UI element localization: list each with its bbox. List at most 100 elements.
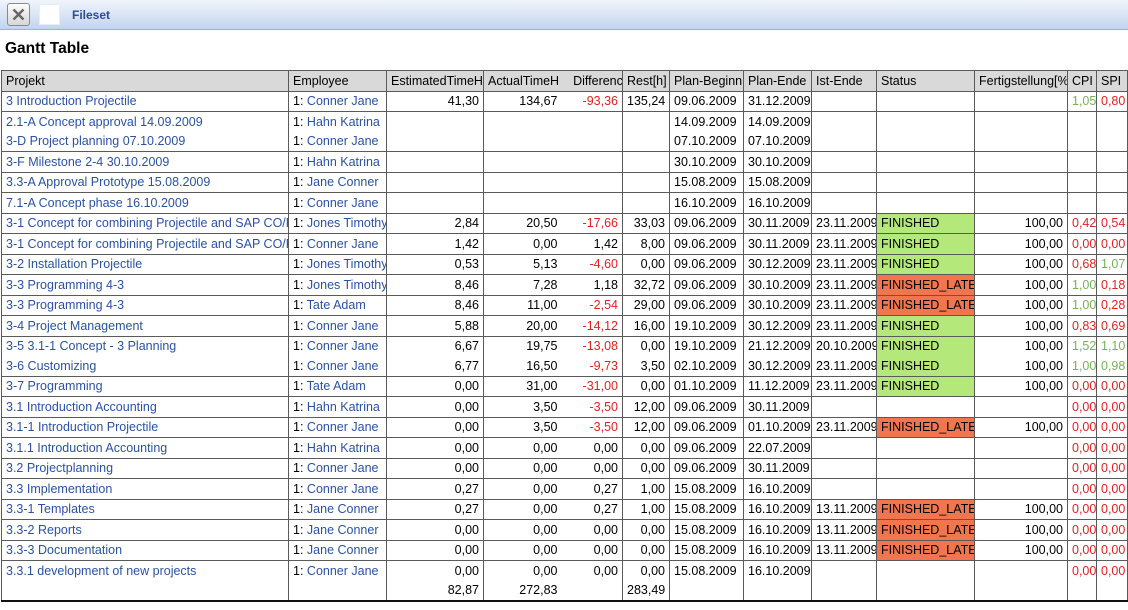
project-cell: 3.3 Implementation	[2, 479, 289, 500]
spi-cell: 0,00	[1097, 479, 1128, 500]
fertigstellung-cell: 100,00	[975, 520, 1068, 541]
project-link[interactable]: 3-3 Programming 4-3	[6, 298, 124, 312]
employee-link[interactable]: Conner Jane	[303, 319, 378, 333]
column-header-plan-ende[interactable]: Plan-Ende	[744, 71, 812, 92]
employee-link[interactable]: Jane Conner	[303, 543, 378, 557]
rest-hours-cell: 29,00	[623, 295, 670, 316]
employee-link[interactable]: Conner Jane	[303, 196, 378, 210]
employee-link[interactable]: Conner Jane	[303, 237, 378, 251]
employee-link[interactable]: Hahn Katrina	[303, 155, 379, 169]
employee-link[interactable]: Jane Conner	[303, 175, 378, 189]
project-link[interactable]: 3.2 Projectplanning	[6, 461, 113, 475]
employee-link[interactable]: Conner Jane	[303, 134, 378, 148]
project-cell: 3.1.1 Introduction Accounting	[2, 438, 289, 459]
plan-beginn-cell: 15.08.2009	[670, 172, 744, 193]
employee-link[interactable]: Jane Conner	[303, 523, 378, 537]
project-link[interactable]: 3.3-A Approval Prototype 15.08.2009	[6, 175, 210, 189]
employee-link[interactable]: Conner Jane	[303, 482, 378, 496]
project-link[interactable]: 3-2 Installation Projectile	[6, 257, 142, 271]
employee-link[interactable]: Conner Jane	[303, 420, 378, 434]
column-header-rest[interactable]: Rest[h]	[623, 71, 670, 92]
employee-link[interactable]: Conner Jane	[303, 339, 378, 353]
status-badge: FINISHED	[877, 336, 975, 356]
employee-link[interactable]: Tate Adam	[303, 379, 365, 393]
plan-ende-cell: 14.09.2009	[744, 112, 812, 132]
cpi-cell: 0,00	[1068, 438, 1097, 459]
actual-time-cell: 0,00	[484, 561, 562, 581]
spi-cell: 0,00	[1097, 417, 1128, 438]
employee-link[interactable]: Conner Jane	[303, 564, 378, 578]
rest-hours-cell: 0,00	[623, 336, 670, 356]
employee-link[interactable]: Conner Jane	[303, 359, 378, 373]
column-header-actualtimeh: ActualTimeH	[488, 74, 559, 88]
employee-link[interactable]: Conner Jane	[303, 94, 378, 108]
employee-link[interactable]: Jones Timothy	[303, 278, 386, 292]
project-link[interactable]: 3-F Milestone 2-4 30.10.2009	[6, 155, 169, 169]
actual-time-cell: 0,00	[484, 499, 562, 520]
table-row: 3.3.1 development of new projects1: Conn…	[2, 561, 1128, 581]
employee-link[interactable]: Tate Adam	[303, 298, 365, 312]
project-link[interactable]: 3-1 Concept for combining Projectile and…	[6, 216, 289, 230]
project-link[interactable]: 3.1-1 Introduction Projectile	[6, 420, 158, 434]
status-badge: FINISHED_LATE	[877, 540, 975, 561]
project-link[interactable]: 3.3-3 Documentation	[6, 543, 122, 557]
rest-hours-cell: 12,00	[623, 417, 670, 438]
fileset-label[interactable]: Fileset	[72, 8, 110, 22]
project-link[interactable]: 3-4 Project Management	[6, 319, 143, 333]
project-cell: 3-4 Project Management	[2, 316, 289, 337]
fertigstellung-cell	[975, 479, 1068, 500]
actual-time-cell	[484, 112, 562, 132]
project-link[interactable]: 2.1-A Concept approval 14.09.2009	[6, 115, 203, 129]
employee-link[interactable]: Hahn Katrina	[303, 400, 379, 414]
column-header-estimated[interactable]: EstimatedTimeH	[387, 71, 484, 92]
column-header-fertigstellung[interactable]: Fertigstellung[%]	[975, 71, 1068, 92]
actual-time-cell: 31,00	[484, 376, 562, 397]
employee-cell: 1: Hahn Katrina	[289, 112, 387, 132]
project-link[interactable]: 3.3-2 Reports	[6, 523, 82, 537]
column-header-actualtime-difference[interactable]: ActualTimeHDifferenceH	[484, 71, 623, 92]
difference-cell: -31,00	[562, 376, 623, 397]
employee-prefix: 1:	[293, 441, 303, 455]
estimated-time-cell	[387, 193, 484, 214]
project-link[interactable]: 3-6 Customizing	[6, 359, 96, 373]
employee-prefix: 1:	[293, 482, 303, 496]
project-link[interactable]: 3.3-1 Templates	[6, 502, 95, 516]
employee-link[interactable]: Conner Jane	[303, 461, 378, 475]
employee-link[interactable]: Jane Conner	[303, 502, 378, 516]
employee-cell: 1: Conner Jane	[289, 356, 387, 376]
fileset-box-icon[interactable]	[39, 4, 60, 25]
project-link[interactable]: 3-5 3.1-1 Concept - 3 Planning	[6, 339, 176, 353]
spi-cell: 0,00	[1097, 499, 1128, 520]
close-button[interactable]	[7, 3, 30, 26]
cpi-cell: 1,00	[1068, 275, 1097, 296]
column-header-employee[interactable]: Employee	[289, 71, 387, 92]
difference-cell	[562, 172, 623, 193]
employee-link[interactable]: Jones Timothy	[303, 216, 386, 230]
employee-cell: 1: Conner Jane	[289, 479, 387, 500]
project-link[interactable]: 7.1-A Concept phase 16.10.2009	[6, 196, 189, 210]
project-link[interactable]: 3 Introduction Projectile	[6, 94, 137, 108]
project-link[interactable]: 3-1 Concept for combining Projectile and…	[6, 237, 289, 251]
project-link[interactable]: 3-7 Programming	[6, 379, 103, 393]
column-header-cpi[interactable]: CPI	[1068, 71, 1097, 92]
project-link[interactable]: 3-D Project planning 07.10.2009	[6, 134, 185, 148]
fertigstellung-cell: 100,00	[975, 254, 1068, 275]
employee-prefix: 1:	[293, 420, 303, 434]
column-header-plan-beginn[interactable]: Plan-Beginn	[670, 71, 744, 92]
project-link[interactable]: 3.3 Implementation	[6, 482, 112, 496]
employee-link[interactable]: Hahn Katrina	[303, 441, 379, 455]
project-link[interactable]: 3.3.1 development of new projects	[6, 564, 196, 578]
table-row: 3-1 Concept for combining Projectile and…	[2, 234, 1128, 255]
column-header-status[interactable]: Status	[877, 71, 975, 92]
employee-cell: 1: Tate Adam	[289, 376, 387, 397]
actual-time-cell: 16,50	[484, 356, 562, 376]
estimated-time-cell	[387, 152, 484, 173]
column-header-spi[interactable]: SPI	[1097, 71, 1128, 92]
project-link[interactable]: 3.1.1 Introduction Accounting	[6, 441, 167, 455]
employee-link[interactable]: Jones Timothy	[303, 257, 386, 271]
employee-link[interactable]: Hahn Katrina	[303, 115, 379, 129]
project-link[interactable]: 3.1 Introduction Accounting	[6, 400, 157, 414]
project-link[interactable]: 3-3 Programming 4-3	[6, 278, 124, 292]
column-header-ist-ende[interactable]: Ist-Ende	[812, 71, 877, 92]
column-header-projekt[interactable]: Projekt	[2, 71, 289, 92]
